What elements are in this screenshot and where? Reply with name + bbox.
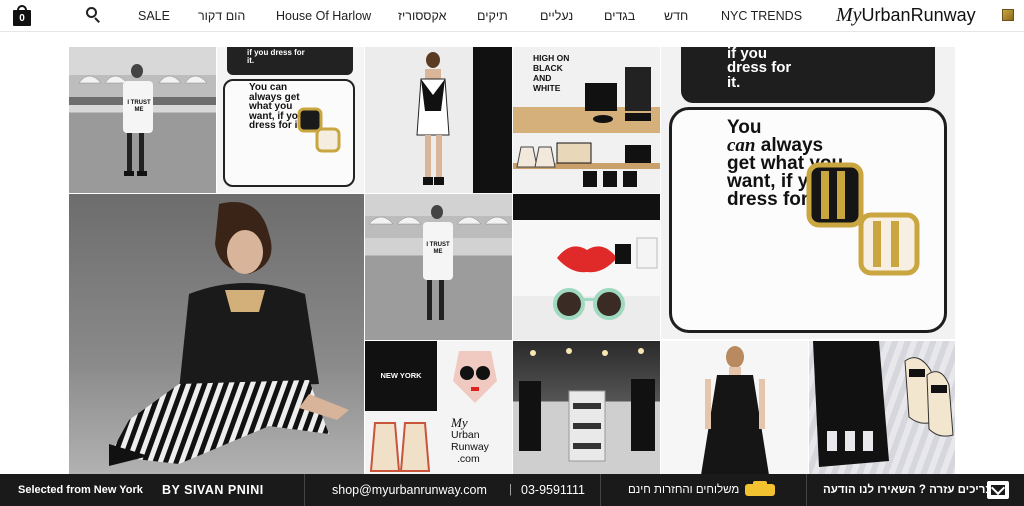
tile-black-dress[interactable]: [661, 341, 808, 475]
search-icon[interactable]: [86, 7, 102, 23]
tile-new-york-collage[interactable]: NEW YORK My Urban Runway .com: [365, 341, 512, 475]
tile-lips-sunglasses[interactable]: [513, 194, 660, 340]
footer-by-sivan: BY SIVAN PNINI: [162, 483, 264, 497]
footer-bar: Selected from New York BY SIVAN PNINI sh…: [0, 474, 1024, 506]
tile-coaster-small[interactable]: if you dress for it. You can always get …: [217, 47, 364, 193]
top-nav-bar: 0 SALE הום דקור House Of Harlow אקססוריז…: [0, 0, 1024, 32]
tile-bw-dress[interactable]: [365, 47, 512, 193]
model-bw-dress: [416, 52, 450, 185]
new-york-label: NEW YORK: [380, 371, 422, 380]
tile-cutout-top-loafers[interactable]: [809, 341, 955, 475]
tile-trust-me-bw-2[interactable]: I TRUST ME: [365, 194, 512, 340]
trust-me-bw-photo-2: [365, 205, 512, 320]
footer-phone: 03-9591111: [521, 483, 585, 497]
footer-help-message[interactable]: צריכים עזרה ? השאירו לנו הודעה: [823, 474, 992, 506]
logo-tile-runway: Runway: [451, 441, 489, 453]
dark-shelf: [513, 194, 660, 220]
nav-home-decor[interactable]: הום דקור: [198, 8, 245, 24]
footer-selected-from: Selected from New York: [18, 484, 143, 496]
tile-high-on-black[interactable]: HIGH ON BLACK AND WHITE: [513, 47, 660, 193]
gold-rings-icon: [297, 107, 341, 153]
footer-divider: [304, 474, 305, 506]
footer-email-link[interactable]: shop@myurbanrunway.com: [332, 474, 487, 506]
face-illustration: [453, 351, 497, 403]
logo-my: My: [836, 4, 862, 26]
tile-model-striped[interactable]: [69, 194, 364, 475]
trust-me-bw-photo: [69, 64, 216, 176]
nav-bags[interactable]: תיקים: [477, 8, 508, 24]
envelope-icon[interactable]: [987, 480, 1009, 499]
nav-house-of-harlow[interactable]: House Of Harlow: [276, 8, 371, 24]
search-icon-handle: [94, 17, 100, 23]
model-striped-photo: [109, 202, 349, 466]
shelf-products: [516, 67, 651, 187]
shoes-illustration: [369, 422, 431, 472]
nav-accessories[interactable]: אקססוריז: [398, 8, 446, 24]
trust-me-shirt-text-2: I TRUST ME: [426, 242, 450, 255]
logo-urbanrunway: UrbanRunway: [861, 5, 976, 25]
language-flag-icon[interactable]: [1002, 9, 1014, 21]
footer-free-shipping[interactable]: משלוחים והחזרות חינם: [628, 474, 739, 506]
coaster-large-top: [681, 47, 935, 103]
tile-trust-me-bw[interactable]: I TRUST ME: [69, 47, 216, 193]
nav-nyc-trends[interactable]: NYC TRENDS: [721, 8, 802, 24]
shopping-bag-icon[interactable]: 0: [12, 5, 32, 26]
taxi-icon: [745, 481, 775, 496]
tile-store-interior[interactable]: [513, 341, 660, 475]
coaster-small-top-text: if you dress for it.: [247, 48, 305, 65]
footer-divider: [806, 474, 807, 506]
footer-divider: [600, 474, 601, 506]
tile-coaster-large[interactable]: if you dress for it. You can always get …: [661, 47, 955, 339]
dark-door: [473, 47, 512, 193]
nav-new[interactable]: חדש: [664, 8, 688, 24]
logo-tile-urban: Urban: [451, 429, 480, 441]
black-dress-photo: [701, 346, 769, 475]
footer-pipe: |: [509, 484, 512, 496]
instagram-image-grid: I TRUST ME if you dress for it. You can …: [69, 47, 955, 475]
nav-shoes[interactable]: נעליים: [540, 8, 573, 24]
site-logo[interactable]: MyUrbanRunway: [836, 3, 976, 27]
nav-clothes[interactable]: בגדים: [604, 8, 635, 24]
trust-me-shirt-text: I TRUST ME: [127, 100, 151, 113]
myurbanrunway-logo-tile: My Urban Runway .com: [439, 413, 512, 475]
store-interior-photo: [519, 348, 655, 462]
nav-sale[interactable]: SALE: [138, 8, 170, 24]
gold-rings-large-icon: [806, 162, 920, 276]
logo-tile-com: .com: [457, 453, 480, 465]
cutout-top-photo: [813, 341, 954, 467]
cart-count: 0: [19, 13, 25, 24]
coaster-large-top-text: if you dress for it.: [727, 47, 792, 91]
